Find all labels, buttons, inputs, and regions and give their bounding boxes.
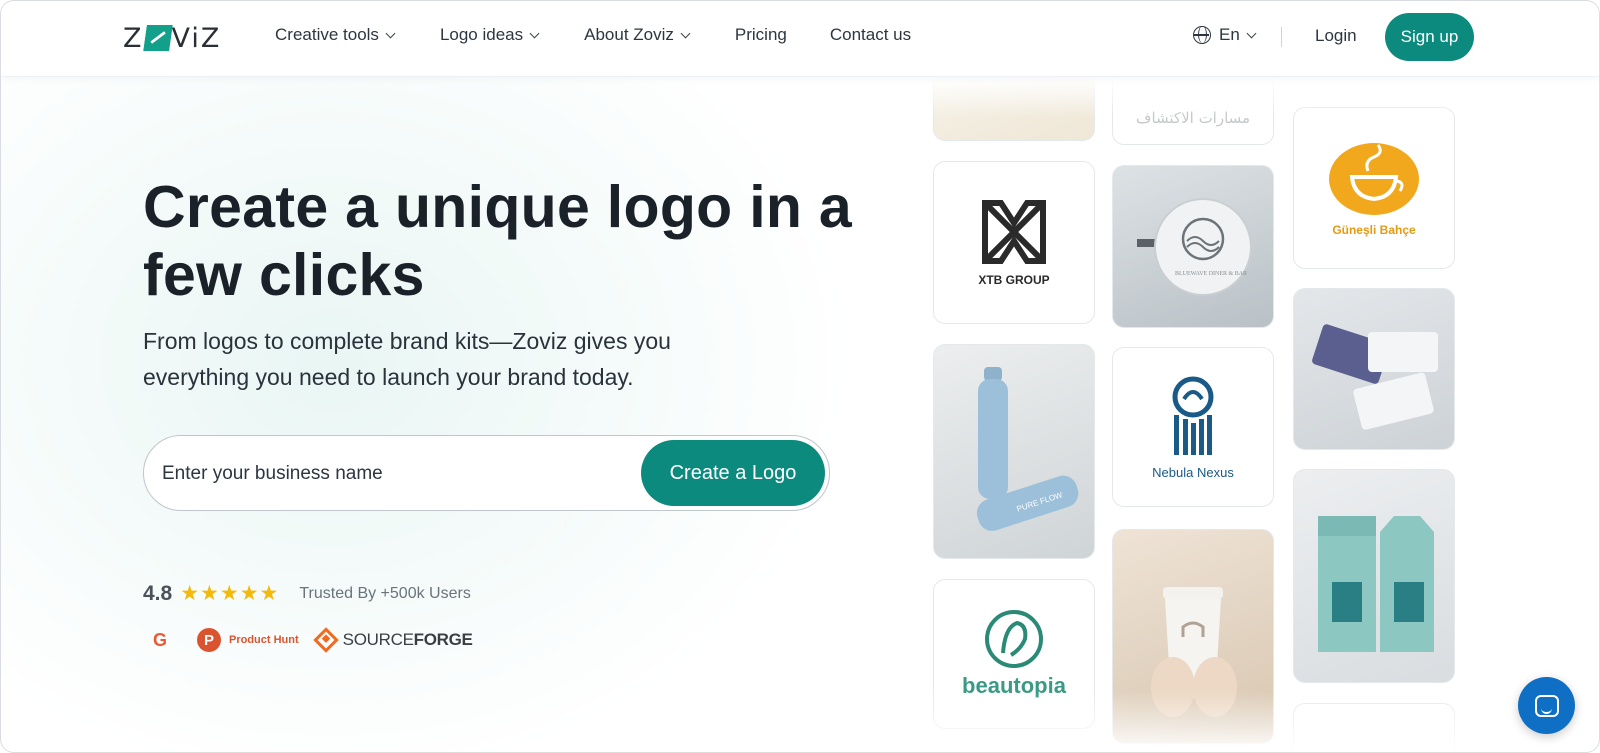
- main-nav: Creative tools Logo ideas About Zoviz Pr…: [275, 25, 911, 45]
- gallery-fade-bottom: [901, 691, 1461, 752]
- gallery-card-bottles: PURE FLOW: [933, 344, 1095, 559]
- water-bottles-image: PURE FLOW: [976, 366, 1079, 531]
- zoviz-logo[interactable]: Z ViZ: [123, 22, 222, 54]
- bluewave-label: BLUEWAVE DINER & BAR: [1175, 271, 1247, 277]
- rating-score: 4.8: [143, 581, 173, 605]
- rating-row: 4.8 ★ ★ ★ ★ ★ Trusted By +500k Users: [143, 581, 471, 606]
- sourceforge-icon: [312, 627, 339, 653]
- globe-icon: [1193, 26, 1211, 44]
- star-icon: ★: [200, 582, 219, 605]
- business-name-input[interactable]: [162, 456, 622, 492]
- gallery-fade-top: [901, 77, 1461, 117]
- hero-subtitle: From logos to complete brand kits—Zoviz …: [143, 328, 671, 390]
- nav-about-zoviz[interactable]: About Zoviz: [584, 25, 691, 45]
- chevron-down-icon: [529, 28, 540, 38]
- gallery-card-bluewave: BLUEWAVE DINER & BAR: [1112, 165, 1274, 328]
- star-icon: ★: [239, 582, 259, 605]
- logo-leaf-icon: [143, 25, 173, 51]
- review-badges: G P Product Hunt SOURCEFORGE: [147, 627, 473, 653]
- logo-text-right: ViZ: [171, 22, 222, 54]
- top-navbar: Z ViZ Creative tools Logo ideas About Zo…: [1, 1, 1599, 77]
- rating-stars: ★ ★ ★ ★ ★: [180, 581, 279, 606]
- xtb-label: XTB GROUP: [978, 272, 1050, 287]
- chat-launcher-button[interactable]: [1518, 677, 1575, 734]
- logo-text-left: Z: [123, 22, 144, 54]
- nav-contact-us[interactable]: Contact us: [830, 25, 911, 45]
- gallery-card-xtb: XTB GROUP: [933, 161, 1095, 324]
- nav-pricing[interactable]: Pricing: [735, 25, 787, 45]
- page-frame: Z ViZ Creative tools Logo ideas About Zo…: [0, 0, 1600, 753]
- sourceforge-label-light: SOURCE: [342, 630, 414, 649]
- language-selector[interactable]: En: [1193, 25, 1257, 45]
- chevron-down-icon: [385, 28, 396, 38]
- chat-icon: [1534, 694, 1559, 717]
- bluewave-sign-image: BLUEWAVE DINER & BAR: [1137, 197, 1252, 296]
- hero-title: Create a unique logo in a few clicks: [143, 174, 853, 308]
- chevron-down-icon: [680, 28, 691, 38]
- sourceforge-badge[interactable]: SOURCEFORGE: [312, 627, 473, 653]
- trusted-by-text: Trusted By +500k Users: [299, 584, 471, 602]
- nav-label: Pricing: [734, 25, 787, 44]
- gunesli-bahce-logo-icon: [1329, 143, 1419, 215]
- gallery-card-nebula: Nebula Nexus: [1112, 347, 1274, 507]
- chevron-down-icon: [1246, 28, 1257, 38]
- sourceforge-label-bold: FORGE: [413, 630, 473, 649]
- g2-logo-icon[interactable]: G: [147, 627, 173, 653]
- xtb-logo-icon: [982, 199, 1046, 264]
- product-hunt-label: Product Hunt: [229, 634, 299, 646]
- create-logo-button[interactable]: Create a Logo: [641, 440, 825, 506]
- login-link[interactable]: Login: [1315, 26, 1357, 46]
- star-icon: ★: [219, 582, 239, 605]
- header-divider: [1281, 27, 1282, 47]
- nebula-nexus-label: Nebula Nexus: [1152, 464, 1234, 480]
- beautopia-logo-icon: [985, 610, 1043, 668]
- signup-button[interactable]: Sign up: [1385, 13, 1474, 61]
- nebula-nexus-logo-icon: [1172, 376, 1214, 455]
- nav-creative-tools[interactable]: Creative tools: [275, 25, 396, 45]
- nav-label: Logo ideas: [439, 25, 524, 44]
- business-cards-image: [1312, 324, 1438, 430]
- language-label: En: [1219, 25, 1240, 44]
- star-icon: ★: [259, 582, 279, 605]
- star-icon: ★: [180, 582, 200, 605]
- gallery-card-gunesli: Güneşli Bahçe: [1293, 107, 1455, 269]
- sourceforge-label: SOURCEFORGE: [343, 630, 473, 650]
- business-name-form: Create a Logo: [143, 435, 830, 511]
- gallery-card-business-cards: [1293, 288, 1455, 450]
- gunesli-bahce-label: Güneşli Bahçe: [1332, 223, 1416, 237]
- product-hunt-icon: P: [197, 628, 221, 652]
- gallery-card-packaging: [1293, 469, 1455, 683]
- product-hunt-badge[interactable]: P Product Hunt: [197, 628, 299, 652]
- coffee-packaging-image: [1318, 516, 1434, 652]
- nav-label: About Zoviz: [584, 25, 674, 44]
- nav-logo-ideas[interactable]: Logo ideas: [439, 25, 540, 45]
- nav-label: Contact us: [829, 25, 912, 44]
- nav-label: Creative tools: [275, 25, 379, 44]
